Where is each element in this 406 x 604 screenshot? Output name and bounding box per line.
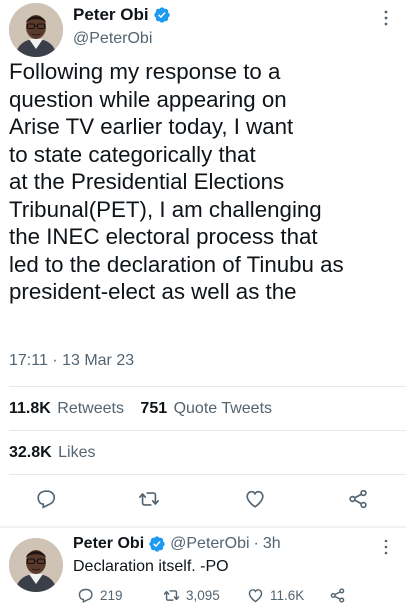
reply-reply-button[interactable]: 219 <box>77 587 123 604</box>
likes-stat[interactable]: 32.8K Likes <box>9 444 96 462</box>
reply-share-button[interactable] <box>329 587 352 604</box>
retweets-count: 11.8K <box>9 400 51 417</box>
reply-time[interactable]: 3h <box>263 535 281 553</box>
tweet-text: Following my response to a question whil… <box>9 59 344 304</box>
reply-icon <box>78 588 93 604</box>
reply-count: 219 <box>100 588 123 603</box>
reply-retweet-button[interactable]: 3,095 <box>163 587 220 604</box>
reply-tweet[interactable]: Peter Obi @PeterObi · 3h Declaration its… <box>0 528 406 604</box>
divider <box>9 386 406 387</box>
tweet-action-bar <box>0 484 406 514</box>
more-options-icon[interactable] <box>378 8 394 28</box>
divider <box>9 474 406 475</box>
reply-like-button[interactable]: 11.6K <box>247 587 304 604</box>
verified-badge-icon <box>153 6 171 24</box>
main-tweet: Peter Obi @PeterObi Following my respons… <box>0 0 406 528</box>
likes-count: 32.8K <box>9 444 52 461</box>
retweet-icon[interactable] <box>136 486 162 512</box>
quote-tweets-count: 751 <box>140 400 168 417</box>
avatar-portrait <box>9 3 63 57</box>
like-count: 11.6K <box>270 588 305 603</box>
tweet-timestamp[interactable]: 17:11 · 13 Mar 23 <box>9 352 134 370</box>
reply-text: Declaration itself. -PO <box>73 558 229 575</box>
author-name-row: Peter Obi <box>73 5 171 25</box>
reply-author-avatar[interactable] <box>9 538 63 592</box>
like-icon[interactable] <box>242 486 268 512</box>
author-handle[interactable]: @PeterObi <box>73 30 152 48</box>
divider <box>9 430 406 431</box>
likes-label: Likes <box>58 444 96 461</box>
more-options-icon[interactable] <box>378 538 394 556</box>
quote-tweets-label: Quote Tweets <box>173 400 273 417</box>
share-icon <box>330 588 345 603</box>
verified-badge-icon <box>148 535 166 553</box>
like-icon <box>248 589 263 603</box>
retweets-label: Retweets <box>57 400 124 417</box>
retweet-icon <box>163 590 180 601</box>
retweets-stat[interactable]: 11.8K Retweets <box>9 400 128 417</box>
retweet-quote-stats: 11.8K Retweets 751 Quote Tweets <box>9 400 272 418</box>
author-avatar[interactable] <box>9 3 63 57</box>
reply-author-handle[interactable]: @PeterObi <box>170 535 249 553</box>
retweet-count: 3,095 <box>186 588 220 603</box>
reply-action-bar: 219 3,095 11.6K <box>73 587 393 604</box>
separator-dot: · <box>253 535 259 552</box>
quote-tweets-stat[interactable]: 751 Quote Tweets <box>140 400 272 417</box>
reply-author-row: Peter Obi @PeterObi · 3h <box>73 535 281 553</box>
author-name[interactable]: Peter Obi <box>73 5 149 25</box>
share-icon[interactable] <box>345 486 371 512</box>
avatar-portrait <box>9 538 63 592</box>
reply-author-name[interactable]: Peter Obi <box>73 535 144 553</box>
reply-icon[interactable] <box>33 486 59 512</box>
